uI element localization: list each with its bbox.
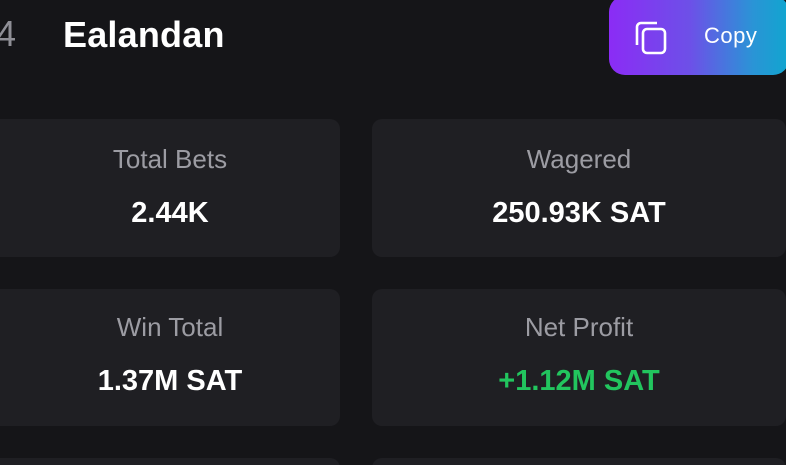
stat-card-total-bets: Total Bets 2.44K	[0, 119, 340, 257]
stat-value: 250.93K SAT	[492, 197, 666, 229]
stat-label: Total Bets	[112, 144, 228, 174]
stat-value-positive: +1.12M SAT	[498, 365, 660, 397]
stat-label: Net Profit	[524, 312, 634, 342]
stat-value: 1.37M SAT	[97, 365, 243, 397]
stat-label: Wagered	[526, 144, 632, 174]
copy-button[interactable]: Copy	[609, 0, 786, 75]
copy-button-label: Copy	[704, 23, 758, 48]
copy-icon	[631, 17, 671, 57]
stat-label: Win Total	[116, 312, 224, 342]
stat-card-net-profit: Net Profit +1.12M SAT	[372, 289, 786, 426]
stat-value: 2.44K	[131, 197, 209, 229]
username-heading: Ealandan	[63, 14, 225, 55]
stat-card-win-total: Win Total 1.37M SAT	[0, 289, 340, 426]
profile-stats-panel: 4 Ealandan Copy Total Bets 2.44K Wagered…	[0, 0, 786, 465]
stat-card-partial	[0, 458, 340, 465]
stat-card-wagered: Wagered 250.93K SAT	[372, 119, 786, 257]
level-number-fragment: 4	[0, 13, 17, 54]
stat-card-partial	[372, 458, 786, 465]
